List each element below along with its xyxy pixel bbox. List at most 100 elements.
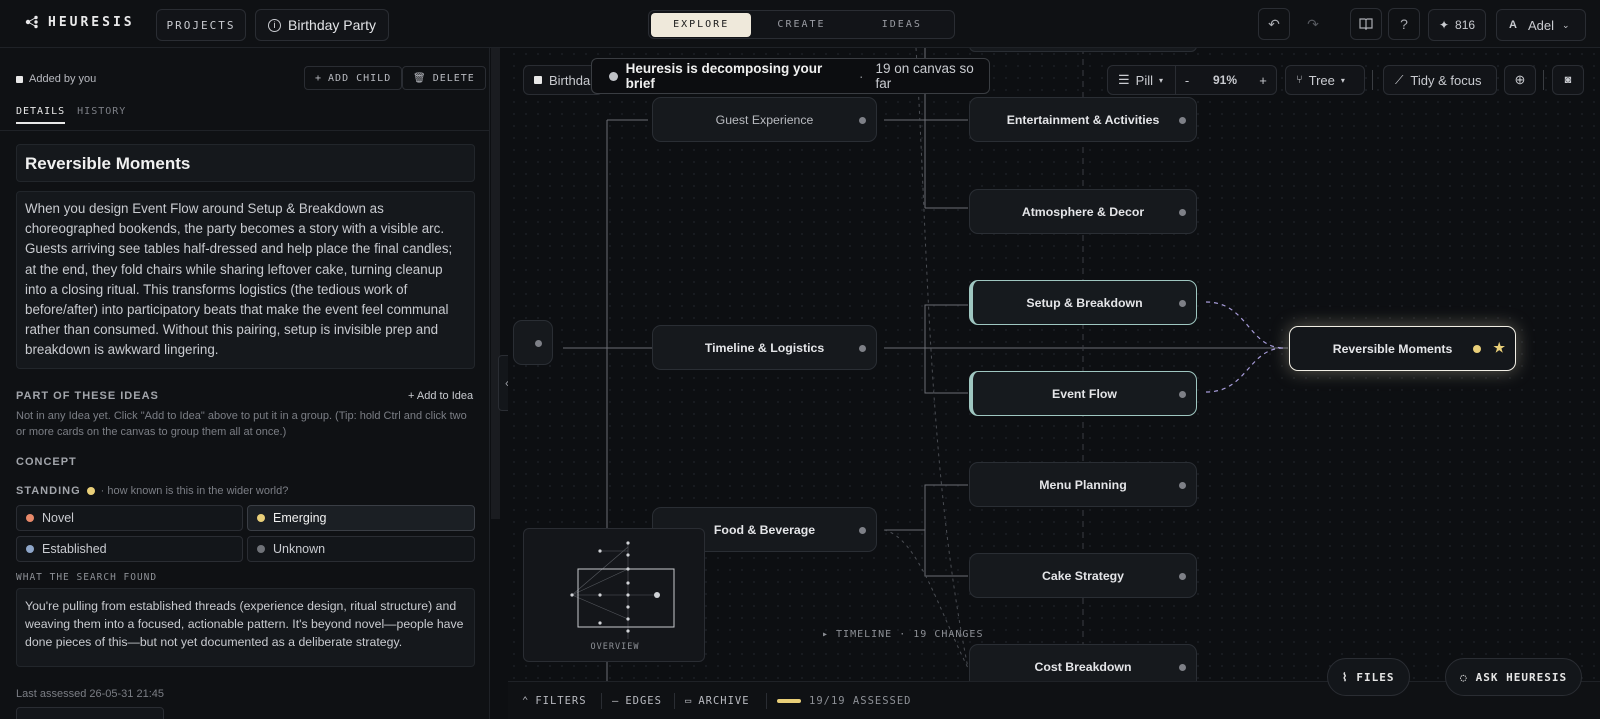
logo-icon: [25, 15, 38, 29]
delete-button[interactable]: 🗑 DELETE: [402, 66, 486, 90]
files-button[interactable]: ⌇ FILES: [1327, 658, 1410, 696]
wand-icon: ⟋: [1395, 72, 1404, 87]
line-icon: —: [612, 694, 620, 707]
square-icon: [16, 75, 23, 83]
node-label: Atmosphere & Decor: [1021, 204, 1145, 219]
node-menu-planning[interactable]: Menu Planning: [969, 462, 1197, 507]
add-child-button[interactable]: + ADD CHILD: [304, 66, 403, 90]
camera-icon: ◙: [1564, 74, 1572, 86]
ask-label: ASK HEURESIS: [1475, 670, 1568, 684]
node-cost-breakdown[interactable]: Cost Breakdown: [969, 644, 1197, 681]
user-menu[interactable]: A Adel ⌄: [1496, 9, 1586, 41]
help-icon[interactable]: ?: [1388, 8, 1420, 40]
edges-button[interactable]: — EDGES: [612, 695, 662, 707]
files-label: FILES: [1356, 670, 1395, 684]
divider: [601, 692, 602, 709]
delete-label: DELETE: [432, 72, 475, 84]
node-dot: [859, 117, 866, 124]
node-timeline-logistics[interactable]: Timeline & Logistics: [652, 325, 877, 370]
branch-icon: ⑂: [1296, 74, 1303, 86]
standing-unknown[interactable]: Unknown: [247, 536, 475, 562]
credits-count: 816: [1455, 18, 1476, 32]
filters-button[interactable]: ⌃ FILTERS: [522, 695, 587, 707]
node-reversible-moments[interactable]: Reversible Moments ★: [1289, 326, 1516, 371]
timeline-toggle[interactable]: ▸ TIMELINE · 19 CHANGES: [822, 629, 983, 640]
node-title-input[interactable]: Reversible Moments: [16, 144, 475, 182]
partial-button[interactable]: [16, 707, 164, 719]
credits-button[interactable]: ✦ 816: [1428, 9, 1486, 41]
mode-switcher: EXPLORE CREATE IDEAS: [648, 10, 955, 39]
breadcrumb-label: Birthda: [549, 72, 591, 88]
node-event-flow[interactable]: Event Flow: [969, 371, 1197, 416]
search-found-textarea[interactable]: You're pulling from established threads …: [16, 588, 475, 667]
ask-heuresis-button[interactable]: ◌ ASK HEURESIS: [1445, 658, 1583, 696]
avatar: A: [1509, 19, 1517, 31]
standing-heading: STANDING: [16, 485, 81, 497]
tidy-label: Tidy & focus: [1410, 72, 1482, 88]
mode-ideas[interactable]: IDEAS: [852, 13, 952, 37]
node-guest-experience[interactable]: Guest Experience: [652, 97, 877, 142]
node-dot: [859, 527, 866, 534]
project-name-button[interactable]: i Birthday Party: [255, 9, 389, 41]
zoom-in-button[interactable]: +: [1252, 73, 1274, 88]
top-bar: HEURESIS PROJECTS i Birthday Party EXPLO…: [0, 0, 1600, 48]
zoom-out-button[interactable]: -: [1176, 73, 1198, 88]
assessed-progress-fill: [777, 698, 801, 703]
view-mode-dropdown[interactable]: ☰ Pill ▾: [1108, 66, 1176, 94]
standing-established[interactable]: Established: [16, 536, 243, 562]
details-panel: Added by you + ADD CHILD 🗑 DELETE DETAILS …: [0, 48, 490, 719]
node-dot: [859, 345, 866, 352]
node-atmosphere[interactable]: Atmosphere & Decor: [969, 189, 1197, 234]
node-cake-strategy[interactable]: Cake Strategy: [969, 553, 1197, 598]
mode-explore[interactable]: EXPLORE: [651, 12, 752, 37]
concept-heading: CONCEPT: [16, 456, 77, 468]
node-dot: [1179, 573, 1186, 580]
status-toast: Heuresis is decomposing your brief · 19 …: [591, 58, 990, 94]
star-icon[interactable]: ★: [1493, 340, 1505, 356]
zoom-level: 91%: [1212, 73, 1238, 87]
overview-minimap[interactable]: OVERVIEW: [523, 528, 705, 662]
mode-create[interactable]: CREATE: [751, 13, 851, 37]
assessed-status: 19/19 ASSESSED: [777, 695, 912, 707]
projects-button[interactable]: PROJECTS: [156, 9, 246, 41]
app-logo[interactable]: HEURESIS: [24, 14, 135, 30]
camera-button[interactable]: ◙: [1552, 65, 1584, 95]
sliders-icon: ☰: [1118, 72, 1130, 87]
novel-label: Novel: [42, 511, 74, 525]
layout-dropdown[interactable]: ⑂ Tree ▾: [1285, 65, 1365, 95]
tidy-focus-button[interactable]: ⟋ Tidy & focus: [1383, 65, 1497, 95]
archive-button[interactable]: ▭ ARCHIVE: [685, 695, 750, 707]
add-to-idea-link[interactable]: + Add to Idea: [408, 390, 473, 402]
tab-details[interactable]: DETAILS: [16, 106, 66, 124]
node-label: Guest Experience: [715, 112, 814, 127]
node-dot: [1179, 117, 1186, 124]
node-label: Food & Beverage: [713, 522, 816, 537]
divider: [0, 130, 489, 131]
standing-novel[interactable]: Novel: [16, 505, 243, 531]
crosshair-button[interactable]: ⊕: [1504, 65, 1536, 95]
standing-emerging[interactable]: Emerging: [247, 505, 475, 531]
unknown-dot: [257, 545, 265, 553]
node-dot: [1179, 482, 1186, 489]
root-node[interactable]: [513, 320, 553, 365]
undo-icon[interactable]: ↶: [1258, 8, 1290, 40]
standing-hint: · how known is this in the wider world?: [100, 485, 289, 497]
node-setup-breakdown[interactable]: Setup & Breakdown: [969, 280, 1197, 325]
panel-scrollbar[interactable]: [491, 48, 500, 519]
established-dot: [26, 545, 34, 553]
node-entertainment[interactable]: Entertainment & Activities: [969, 97, 1197, 142]
chat-bubble-icon: ◌: [1460, 670, 1468, 684]
redo-icon[interactable]: ↷: [1297, 8, 1329, 40]
book-icon[interactable]: [1350, 8, 1382, 40]
chevron-down-icon: ▾: [1340, 75, 1345, 85]
assessed-progress-bar: [777, 698, 801, 703]
paperclip-icon: ⌇: [1342, 670, 1349, 684]
view-zoom-controls: ☰ Pill ▾ - 91% +: [1107, 65, 1277, 95]
sparkle-icon: ✦: [1438, 18, 1450, 32]
tab-history[interactable]: HISTORY: [77, 106, 126, 124]
view-mode-label: Pill: [1135, 72, 1153, 88]
square-icon: [534, 76, 542, 84]
plus-icon: +: [315, 72, 323, 84]
node-top-partial[interactable]: [969, 48, 1197, 52]
node-description-textarea[interactable]: When you design Event Flow around Setup …: [16, 191, 475, 369]
